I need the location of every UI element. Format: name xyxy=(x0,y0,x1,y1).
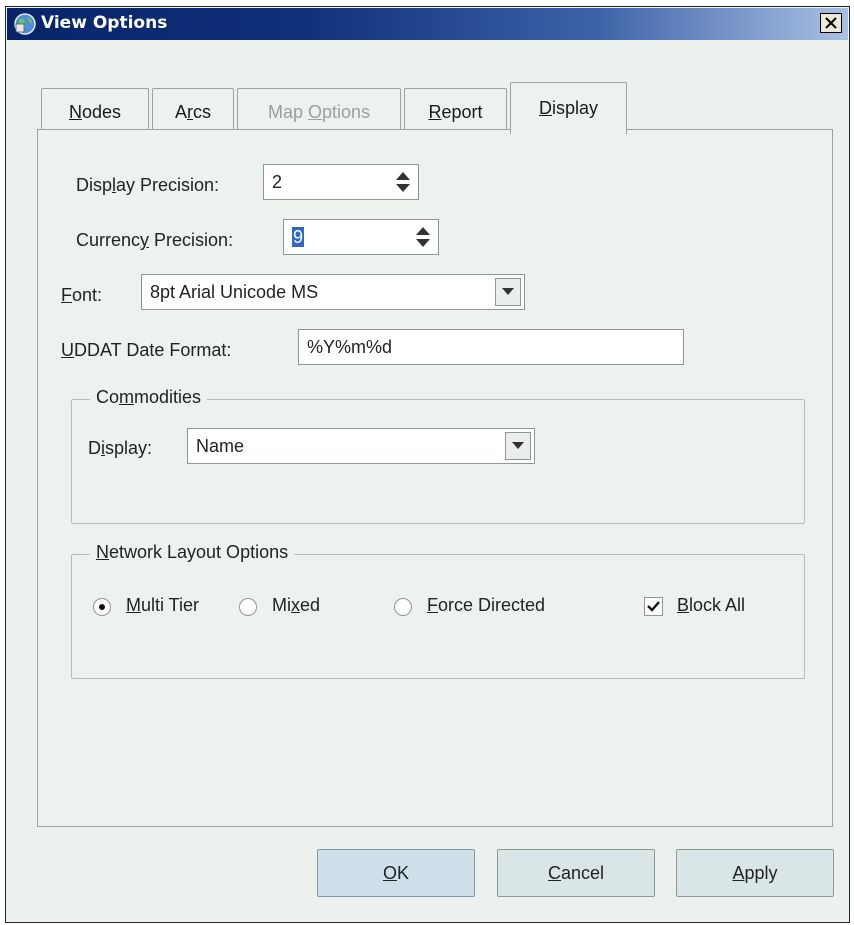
chevron-down-icon xyxy=(512,442,524,449)
tab-label: Map Options xyxy=(267,102,371,122)
close-icon xyxy=(825,17,837,29)
apply-label: Apply xyxy=(732,862,778,883)
uddat-date-format-input[interactable]: %Y%m%d xyxy=(298,329,684,365)
uddat-date-format-value: %Y%m%d xyxy=(307,337,393,357)
currency-precision-value: 9 xyxy=(292,227,305,247)
font-value: 8pt Arial Unicode MS xyxy=(150,282,319,302)
uddat-date-format-label: UDDAT Date Format: xyxy=(61,340,232,360)
commodities-legend: Commodities xyxy=(90,387,208,408)
spinner-arrows-icon[interactable] xyxy=(414,224,432,250)
title-bar[interactable]: View Options xyxy=(7,8,848,40)
commodities-display-label: Display: xyxy=(88,438,153,458)
tab-label: Display xyxy=(538,98,599,118)
cancel-button[interactable]: Cancel xyxy=(497,849,655,897)
display-precision-spinner[interactable]: 2 xyxy=(263,164,419,200)
display-tab-panel: Display Precision: 2 Currency Precision:… xyxy=(37,129,833,827)
multi-tier-radio[interactable] xyxy=(93,598,111,616)
force-directed-radio[interactable] xyxy=(394,598,412,616)
currency-precision-spinner[interactable]: 9 xyxy=(283,219,439,255)
commodities-dropdown-button[interactable] xyxy=(505,432,531,460)
cancel-label: Cancel xyxy=(547,862,605,883)
block-all-label[interactable]: Block All xyxy=(677,595,745,616)
block-all-checkbox[interactable] xyxy=(644,597,663,616)
currency-precision-label: Currency Precision: xyxy=(76,230,234,250)
apply-button[interactable]: Apply xyxy=(676,849,834,897)
font-select[interactable]: 8pt Arial Unicode MS xyxy=(141,274,525,310)
mixed-label[interactable]: Mixed xyxy=(272,595,320,616)
window-title: View Options xyxy=(41,13,168,33)
commodities-display-value: Name xyxy=(196,436,245,456)
network-layout-legend: Network Layout Options xyxy=(90,542,295,563)
network-layout-options-group: Network Layout Options Multi Tier Mixed … xyxy=(71,542,805,679)
tab-label: Nodes xyxy=(68,102,122,122)
ok-button[interactable]: OK xyxy=(317,849,475,897)
spinner-arrows-icon[interactable] xyxy=(394,169,412,195)
ok-label: OK xyxy=(382,862,410,883)
tab-display[interactable]: Display xyxy=(510,82,627,134)
commodities-group: Commodities Display: Name xyxy=(71,387,805,524)
commodities-display-select[interactable]: Name xyxy=(187,428,535,464)
multi-tier-label[interactable]: Multi Tier xyxy=(126,595,199,616)
chevron-down-icon xyxy=(502,288,514,295)
close-button[interactable] xyxy=(820,13,842,33)
display-precision-label: Display Precision: xyxy=(76,175,220,195)
globe-icon xyxy=(13,12,37,36)
checkmark-icon xyxy=(647,601,660,612)
font-dropdown-button[interactable] xyxy=(495,278,521,306)
font-label: Font: xyxy=(61,285,103,305)
force-directed-label[interactable]: Force Directed xyxy=(427,595,545,616)
tab-label: Report xyxy=(428,102,483,122)
display-precision-value: 2 xyxy=(272,172,283,192)
tab-label: Arcs xyxy=(174,102,211,122)
view-options-dialog: View Options Nodes Arcs Map Options Repo… xyxy=(5,6,850,923)
mixed-radio[interactable] xyxy=(239,598,257,616)
